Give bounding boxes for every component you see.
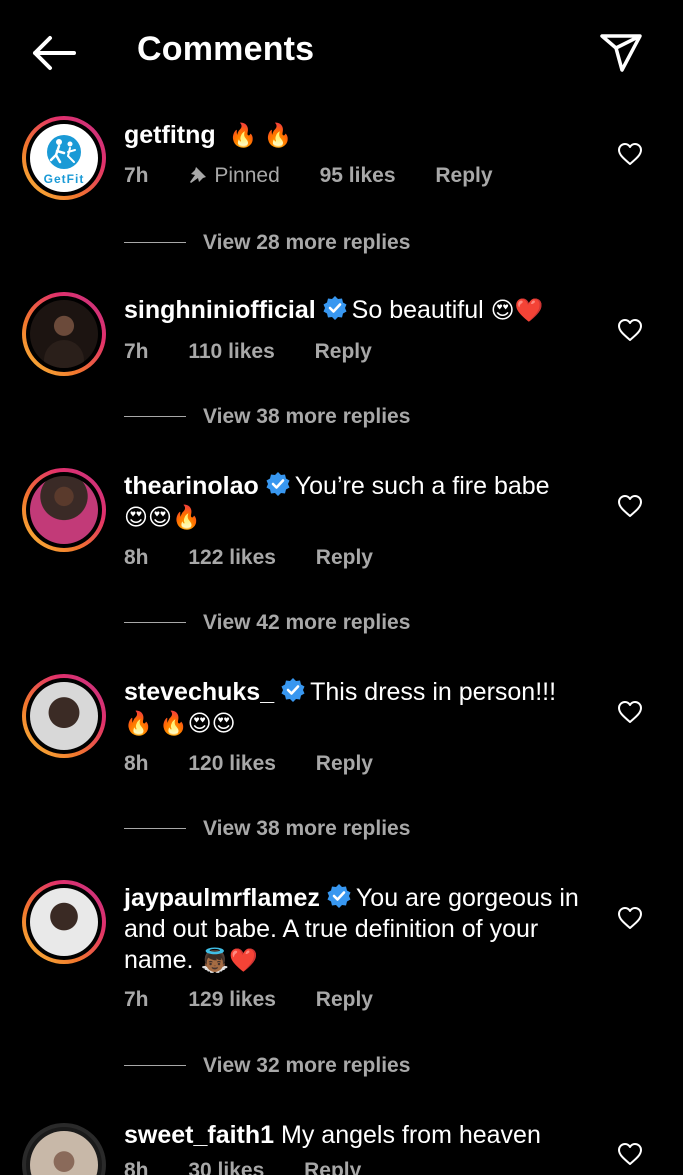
comment-time: 8h <box>124 546 149 569</box>
view-more-replies[interactable]: View 38 more replies <box>124 405 410 429</box>
avatar[interactable]: GetFit <box>22 116 106 200</box>
comment-meta: 8h 120 likes Reply <box>124 752 407 776</box>
comment-likes[interactable]: 120 likes <box>188 752 276 775</box>
avatar[interactable] <box>22 292 106 376</box>
pin-icon <box>190 167 207 183</box>
comment-time: 7h <box>124 988 149 1011</box>
comment-likes[interactable]: 129 likes <box>188 988 276 1011</box>
view-replies-label: View 38 more replies <box>203 817 411 840</box>
comment-username[interactable]: getfitng <box>124 121 216 149</box>
comment-text-block: thearinolao You’re such a fire babe 😍😍🔥 <box>124 471 604 533</box>
heart-icon[interactable] <box>617 318 643 342</box>
send-share-icon[interactable] <box>598 30 644 74</box>
comment-emoji: 😍❤️ <box>490 297 544 323</box>
verified-badge-icon <box>323 296 347 320</box>
reply-button[interactable]: Reply <box>316 752 373 775</box>
getfit-logo-text: GetFit <box>43 172 85 186</box>
comment-emoji: 👼🏾❤️ <box>200 947 258 973</box>
header-bar: Comments <box>0 0 683 104</box>
pinned-text: Pinned <box>214 164 280 187</box>
verified-badge-icon <box>266 472 290 496</box>
replies-divider <box>124 622 186 623</box>
heart-icon[interactable] <box>617 494 643 518</box>
reply-button[interactable]: Reply <box>316 988 373 1011</box>
comment-likes[interactable]: 110 likes <box>188 340 274 363</box>
replies-divider <box>124 1065 186 1066</box>
view-more-replies[interactable]: View 28 more replies <box>124 231 410 255</box>
avatar[interactable] <box>22 880 106 964</box>
comment-username[interactable]: stevechuks_ <box>124 678 274 706</box>
comment-sweet-faith1: sweet_faith1 My angels from heaven 8h 30… <box>0 1115 683 1175</box>
comment-body: So beautiful <box>351 296 484 324</box>
replies-divider <box>124 416 186 417</box>
reply-button[interactable]: Reply <box>304 1159 361 1175</box>
comment-body: You’re such a fire babe <box>294 472 550 500</box>
heart-icon[interactable] <box>617 142 643 166</box>
reply-button[interactable]: Reply <box>315 340 372 363</box>
comment-username[interactable]: jaypaulmrflamez <box>124 884 320 912</box>
comment-time: 8h <box>124 1159 149 1175</box>
comment-emoji: 🔥 🔥😍😍 <box>124 710 236 736</box>
view-replies-label: View 42 more replies <box>203 611 411 634</box>
avatar[interactable] <box>22 468 106 552</box>
page-title: Comments <box>137 30 315 68</box>
comment-body: This dress in person!!! <box>310 678 557 706</box>
avatar[interactable] <box>22 1123 106 1175</box>
comment-text-block: sweet_faith1 My angels from heaven <box>124 1120 604 1151</box>
comment-text-block: jaypaulmrflamez You are gorgeous in and o… <box>124 883 602 976</box>
comment-text-block: singhniniofficial So beautiful 😍❤️ <box>124 295 604 326</box>
comment-meta: 7h Pinned 95 likes Reply <box>124 164 527 188</box>
heart-icon[interactable] <box>617 700 643 724</box>
heart-icon[interactable] <box>617 906 643 930</box>
heart-icon[interactable] <box>617 1142 643 1166</box>
reply-button[interactable]: Reply <box>316 546 373 569</box>
pinned-label: Pinned <box>188 164 280 187</box>
comment-meta: 7h 110 likes Reply <box>124 340 406 364</box>
comment-username[interactable]: singhniniofficial <box>124 296 316 324</box>
view-more-replies[interactable]: View 38 more replies <box>124 817 410 841</box>
comment-meta: 7h 129 likes Reply <box>124 988 407 1012</box>
view-replies-label: View 32 more replies <box>203 1054 411 1077</box>
comment-emoji: 😍😍🔥 <box>124 504 201 530</box>
view-more-replies[interactable]: View 32 more replies <box>124 1054 410 1078</box>
comment-time: 7h <box>124 340 149 363</box>
comment-likes[interactable]: 122 likes <box>188 546 276 569</box>
view-replies-label: View 28 more replies <box>203 231 411 254</box>
reply-button[interactable]: Reply <box>435 164 492 187</box>
comment-meta: 8h 30 likes Reply <box>124 1159 395 1175</box>
verified-badge-icon <box>281 678 305 702</box>
comment-body: My angels from heaven <box>281 1121 541 1149</box>
back-arrow-icon[interactable] <box>30 34 76 72</box>
comment-username[interactable]: thearinolao <box>124 472 259 500</box>
replies-divider <box>124 828 186 829</box>
verified-badge-icon <box>327 884 351 908</box>
comment-username[interactable]: sweet_faith1 <box>124 1121 274 1149</box>
comment-likes[interactable]: 30 likes <box>188 1159 264 1175</box>
view-replies-label: View 38 more replies <box>203 405 411 428</box>
comment-text-block: stevechuks_ This dress in person!!! 🔥 🔥😍😍 <box>124 677 604 739</box>
replies-divider <box>124 242 186 243</box>
view-more-replies[interactable]: View 42 more replies <box>124 611 410 635</box>
comment-meta: 8h 122 likes Reply <box>124 546 407 570</box>
comment-emoji: 🔥 🔥 <box>228 122 293 148</box>
comment-text-block: getfitng 🔥 🔥 <box>124 120 604 151</box>
comment-time: 8h <box>124 752 149 775</box>
comment-likes[interactable]: 95 likes <box>320 164 396 187</box>
avatar[interactable] <box>22 674 106 758</box>
comment-time: 7h <box>124 164 149 187</box>
